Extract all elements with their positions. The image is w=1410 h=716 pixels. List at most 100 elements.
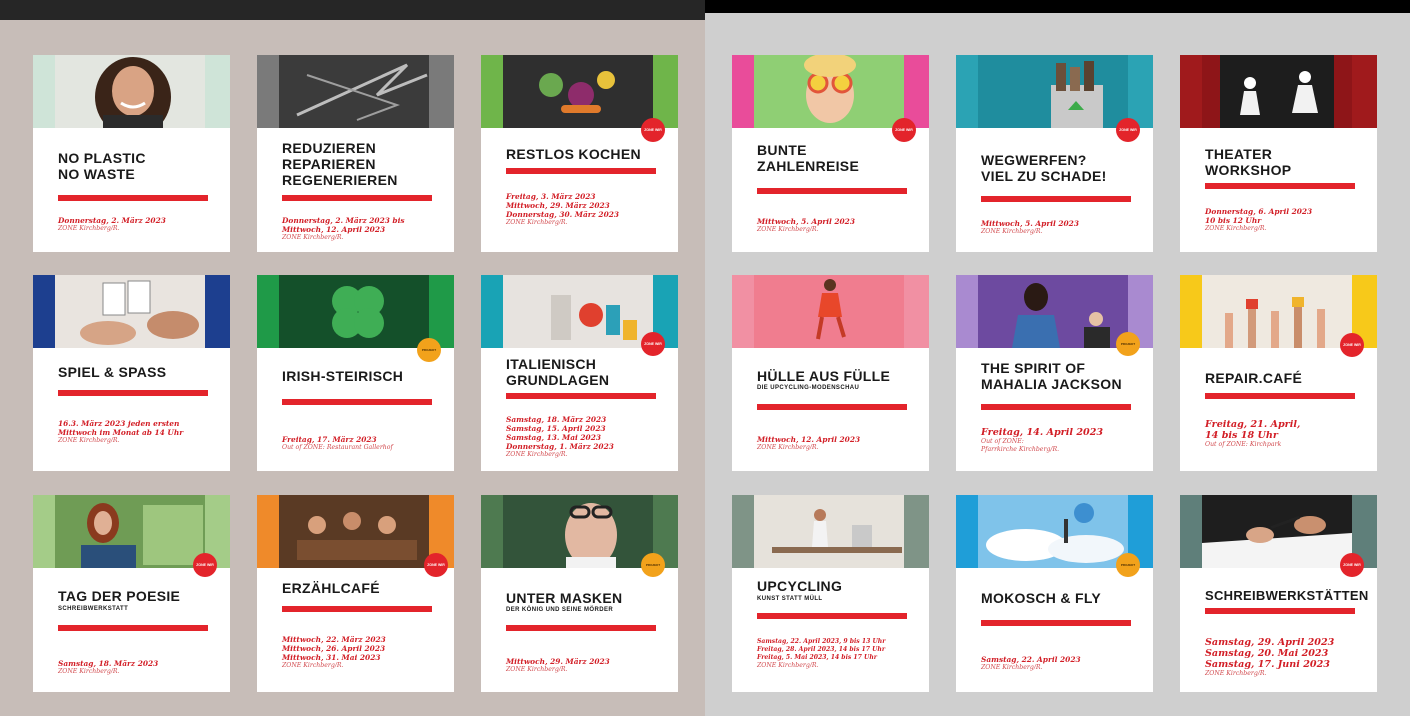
event-date: Samstag, 18. März 2023 ZONE Kirchberg/R. bbox=[58, 650, 222, 685]
event-card-tag-der-poesie[interactable]: ZONE WIR TAG DER POESIE SCHREIBWERKSTATT… bbox=[33, 495, 230, 692]
red-divider bbox=[282, 195, 432, 201]
event-title: RESTLOS KOCHEN bbox=[506, 146, 641, 162]
event-title: REPAIR.CAFÉ bbox=[1205, 370, 1303, 386]
event-date: Mittwoch, 5. April 2023 ZONE Kirchberg/R… bbox=[981, 210, 1145, 245]
event-title: UPCYCLING bbox=[757, 578, 843, 594]
event-card-no-plastic[interactable]: NO PLASTIC NO WASTE Donnerstag, 2. März … bbox=[33, 55, 230, 252]
workshop-studio-photo bbox=[732, 495, 929, 568]
red-divider bbox=[757, 188, 907, 194]
event-card-italienisch[interactable]: ZONE WIR ITALIENISCH GRUNDLAGEN Samstag,… bbox=[481, 275, 678, 471]
event-title: SPIEL & SPASS bbox=[58, 364, 167, 380]
event-title: HÜLLE AUS FÜLLE bbox=[757, 368, 891, 384]
event-date: Samstag, 22. April 2023, 9 bis 13 Uhr Fr… bbox=[757, 630, 921, 678]
location-text: ZONE Kirchberg/R. bbox=[58, 437, 120, 444]
event-card-repair-cafe[interactable]: ZONE WIR REPAIR.CAFÉ Freitag, 21. April,… bbox=[1180, 275, 1377, 471]
event-title: TAG DER POESIE bbox=[58, 588, 181, 604]
red-divider bbox=[757, 613, 907, 619]
playing-cards-photo bbox=[33, 275, 230, 348]
red-divider bbox=[282, 399, 432, 405]
date-text: Mittwoch, 22. März 2023 Mittwoch, 26. Ap… bbox=[282, 635, 386, 662]
event-date: Samstag, 22. April 2023 ZONE Kirchberg/R… bbox=[981, 646, 1145, 681]
event-title: SCHREIBWERKSTÄTTEN bbox=[1205, 588, 1369, 603]
event-title: ERZÄHLCAFÉ bbox=[282, 580, 380, 596]
event-card-erzaehlcafe[interactable]: ZONE WIR ERZÄHLCAFÉ Mittwoch, 22. März 2… bbox=[257, 495, 454, 692]
event-card-bunte-zahlenreise[interactable]: ZONE WIR BUNTE ZAHLENREISE Mittwoch, 5. … bbox=[732, 55, 929, 252]
event-date: Mittwoch, 12. April 2023 ZONE Kirchberg/… bbox=[757, 426, 921, 461]
red-divider bbox=[506, 393, 656, 399]
date-text: Samstag, 22. April 2023 bbox=[981, 655, 1081, 664]
red-divider bbox=[58, 195, 208, 201]
event-card-spiel-spass[interactable]: SPIEL & SPASS 16.3. März 2023 jeden erst… bbox=[33, 275, 230, 471]
left-page: NO PLASTIC NO WASTE Donnerstag, 2. März … bbox=[0, 0, 705, 716]
vegetables-photo bbox=[481, 55, 678, 128]
date-text: Freitag, 21. April, 14 bis 18 Uhr bbox=[1205, 419, 1301, 441]
location-text: ZONE Kirchberg/R. bbox=[757, 444, 819, 451]
red-divider bbox=[506, 168, 656, 174]
event-title: MOKOSCH & FLY bbox=[981, 590, 1102, 606]
red-divider bbox=[282, 606, 432, 612]
date-text: Samstag, 18. März 2023 Samstag, 15. Apri… bbox=[506, 415, 614, 451]
date-text: Freitag, 14. April 2023 bbox=[981, 427, 1104, 438]
date-text: Donnerstag, 6. April 2023 10 bis 12 Uhr bbox=[1205, 207, 1313, 225]
event-card-upcycling[interactable]: UPCYCLING KUNST STATT MÜLL Samstag, 22. … bbox=[732, 495, 929, 692]
event-date: Mittwoch, 29. März 2023 ZONE Kirchberg/R… bbox=[506, 648, 670, 683]
event-card-huelle-aus-fuelle[interactable]: HÜLLE AUS FÜLLE DIE UPCYCLING-MODENSCHAU… bbox=[732, 275, 929, 471]
event-title: BUNTE ZAHLENREISE bbox=[757, 142, 860, 174]
event-date: Donnerstag, 2. März 2023 ZONE Kirchberg/… bbox=[58, 207, 222, 242]
red-divider bbox=[1205, 393, 1355, 399]
event-card-unter-masken[interactable]: PROJEKT UNTER MASKEN DER KÖNIG UND SEINE… bbox=[481, 495, 678, 692]
event-date: 16.3. März 2023 jeden ersten Mittwoch im… bbox=[58, 410, 222, 454]
event-card-mokosch-fly[interactable]: PROJEKT MOKOSCH & FLY Samstag, 22. April… bbox=[956, 495, 1153, 692]
child-with-glasses-photo bbox=[732, 55, 929, 128]
date-text: Freitag, 3. März 2023 Mittwoch, 29. März… bbox=[506, 192, 619, 219]
date-text: Freitag, 17. März 2023 bbox=[282, 435, 377, 444]
event-card-reduzieren[interactable]: REDUZIEREN REPARIEREN REGENERIEREN Donne… bbox=[257, 55, 454, 252]
event-card-irish-steirisch[interactable]: PROJEKT IRISH-STEIRISCH Freitag, 17. Mär… bbox=[257, 275, 454, 471]
event-date: Freitag, 3. März 2023 Mittwoch, 29. März… bbox=[506, 183, 670, 236]
date-text: Mittwoch, 29. März 2023 bbox=[506, 657, 610, 666]
location-text: ZONE Kirchberg/R. bbox=[981, 664, 1043, 671]
event-card-wegwerfen[interactable]: ZONE WIR WEGWERFEN? VIEL ZU SCHADE! Mitt… bbox=[956, 55, 1153, 252]
location-text: ZONE Kirchberg/R. bbox=[506, 666, 568, 673]
event-date: Samstag, 18. März 2023 Samstag, 15. Apri… bbox=[506, 406, 670, 468]
location-text: ZONE Kirchberg/R. bbox=[1205, 670, 1267, 677]
date-text: Donnerstag, 2. März 2023 bbox=[58, 216, 166, 225]
location-text: ZONE Kirchberg/R. bbox=[757, 226, 819, 233]
date-text: Samstag, 22. April 2023, 9 bis 13 Uhr Fr… bbox=[757, 638, 886, 661]
event-title: IRISH-STEIRISCH bbox=[282, 368, 404, 384]
date-text: Donnerstag, 2. März 2023 bis Mittwoch, 1… bbox=[282, 216, 405, 234]
event-date: Donnerstag, 6. April 2023 10 bis 12 Uhr … bbox=[1205, 198, 1369, 242]
model-jumping-photo bbox=[732, 275, 929, 348]
location-text: ZONE Kirchberg/R. bbox=[757, 662, 819, 669]
right-page: ZONE WIR BUNTE ZAHLENREISE Mittwoch, 5. … bbox=[705, 0, 1410, 716]
red-divider bbox=[757, 404, 907, 410]
event-card-theater-workshop[interactable]: THEATER WORKSHOP Donnerstag, 6. April 20… bbox=[1180, 55, 1377, 252]
date-text: Mittwoch, 5. April 2023 bbox=[757, 217, 855, 226]
clover-photo bbox=[257, 275, 454, 348]
date-text: Samstag, 18. März 2023 bbox=[58, 659, 159, 668]
event-title: THEATER WORKSHOP bbox=[1205, 146, 1292, 178]
top-bar bbox=[705, 0, 1410, 13]
event-date: Mittwoch, 5. April 2023 ZONE Kirchberg/R… bbox=[757, 208, 921, 243]
red-divider bbox=[58, 625, 208, 631]
event-date: Mittwoch, 22. März 2023 Mittwoch, 26. Ap… bbox=[282, 626, 446, 679]
location-text: ZONE Kirchberg/R. bbox=[58, 668, 120, 675]
location-text: Out of ZONE: Kirchpark bbox=[1205, 441, 1282, 448]
event-date: Freitag, 17. März 2023 Out of ZONE: Rest… bbox=[282, 426, 446, 461]
event-date: Donnerstag, 2. März 2023 bis Mittwoch, 1… bbox=[282, 207, 446, 251]
top-bar bbox=[0, 0, 705, 20]
red-divider bbox=[1205, 183, 1355, 189]
location-text: ZONE Kirchberg/R. bbox=[282, 234, 344, 241]
event-card-restlos-kochen[interactable]: ZONE WIR RESTLOS KOCHEN Freitag, 3. März… bbox=[481, 55, 678, 252]
portrait-photo bbox=[33, 55, 230, 128]
event-date: Freitag, 14. April 2023 Out of ZONE: Pfa… bbox=[981, 416, 1145, 465]
red-divider bbox=[981, 404, 1131, 410]
location-text: ZONE Kirchberg/R. bbox=[282, 662, 344, 669]
event-date: Freitag, 21. April, 14 bis 18 Uhr Out of… bbox=[1205, 408, 1369, 460]
event-card-schreibwerkstaetten[interactable]: ZONE WIR SCHREIBWERKSTÄTTEN Samstag, 29.… bbox=[1180, 495, 1377, 692]
event-subtitle: KUNST STATT MÜLL bbox=[757, 596, 823, 602]
event-card-spirit-of-mahalia[interactable]: PROJEKT THE SPIRIT OF MAHALIA JACKSON Fr… bbox=[956, 275, 1153, 471]
location-text: ZONE Kirchberg/R. bbox=[506, 219, 568, 226]
event-title: ITALIENISCH GRUNDLAGEN bbox=[506, 356, 610, 388]
date-text: Mittwoch, 5. April 2023 bbox=[981, 219, 1079, 228]
